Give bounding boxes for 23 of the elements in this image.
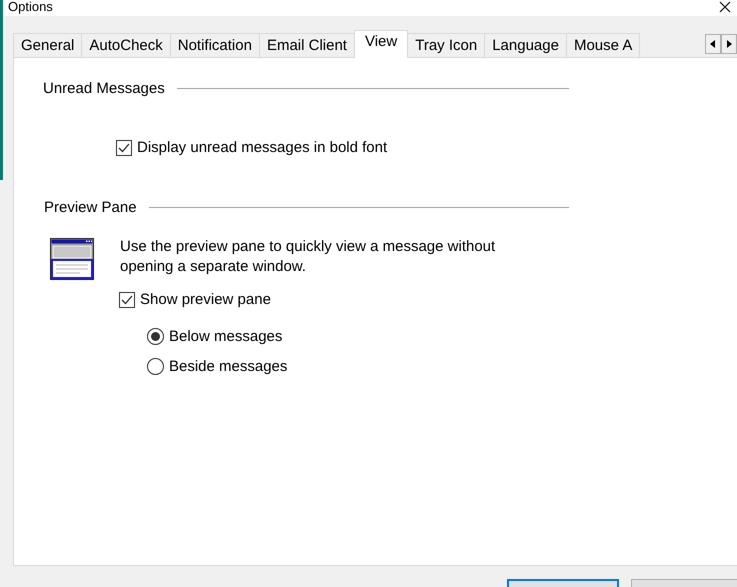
checkbox[interactable]: Display unread messages in bold font [116,139,737,156]
tab[interactable]: View [354,30,408,58]
window-title: Options [8,0,53,13]
checkbox-box[interactable] [119,292,135,308]
radio-label: Beside messages [169,358,288,375]
radio-option[interactable]: Below messages [147,328,737,345]
checkbox-label: Show preview pane [140,291,271,308]
radio-button[interactable] [147,358,164,375]
preview-window-icon [50,238,94,280]
checkbox-label: Display unread messages in bold font [137,139,388,156]
checkbox-box[interactable] [116,140,132,156]
radio-button[interactable] [147,328,164,345]
checkbox[interactable]: Show preview pane [119,291,737,308]
group-heading: Preview Pane [44,199,137,216]
radio-option[interactable]: Beside messages [147,358,737,375]
scroll-left-icon[interactable] [705,34,721,54]
group-heading: Unread Messages [43,80,165,97]
description-text: Use the preview pane to quickly view a message without opening a separate window. [120,237,496,277]
tab[interactable]: General [13,33,82,57]
close-icon[interactable] [719,1,731,13]
radio-label: Below messages [169,328,282,345]
tab[interactable]: Mouse A [566,33,640,57]
scroll-right-icon[interactable] [721,34,737,54]
